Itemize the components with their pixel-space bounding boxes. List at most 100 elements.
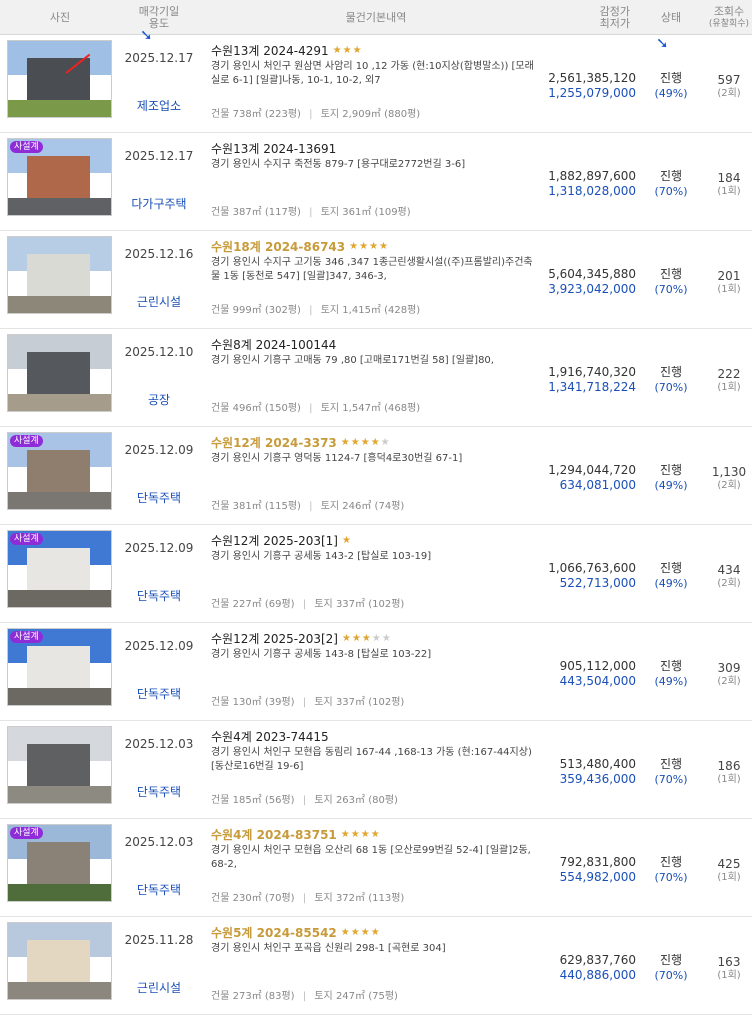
land-area: 263㎡ (80평)	[335, 795, 398, 806]
land-area: 246㎡ (74평)	[342, 501, 405, 512]
area-info: 건물 387㎡ (117평) | 토지 361㎡ (109평)	[211, 203, 541, 218]
case-number: 수원13계 2024-4291	[211, 44, 329, 58]
star-icon: ★	[349, 241, 359, 252]
table-row[interactable]: 2025.12.16 근린시설 수원18계 2024-86743 ★ ★ ★ ★ 경기…	[0, 231, 752, 329]
case-number-link[interactable]: 수원4계 2023-74415	[211, 729, 541, 745]
case-number-link[interactable]: 수원12계 2025-203[2] ★ ★ ★ ★ ★	[211, 631, 541, 647]
star-icon: ★	[369, 241, 379, 252]
case-number-link[interactable]: 수원18계 2024-86743 ★ ★ ★ ★	[211, 239, 541, 255]
property-use[interactable]: 단독주택	[115, 489, 203, 506]
star-icon: ★	[360, 437, 370, 448]
area-separator: |	[302, 697, 307, 708]
minimum-price: 3,923,042,000	[548, 282, 636, 296]
case-number-link[interactable]: 수원12계 2024-3373 ★ ★ ★ ★ ★	[211, 435, 541, 451]
price-info: 513,480,400 359,436,000	[540, 757, 636, 787]
table-row[interactable]: 사설계 2025.12.09 단독주택 수원12계 2025-203[1] ★ …	[0, 525, 752, 623]
case-number-link[interactable]: 수원13계 2024-13691	[211, 141, 541, 157]
property-info: 수원12계 2025-203[1] ★ 경기 용인시 기흥구 공세동 143-2…	[211, 533, 541, 564]
property-use[interactable]: 다가구주택	[115, 195, 203, 212]
status-text: 진행	[659, 757, 683, 771]
table-row[interactable]: 사설계 2025.12.09 단독주택 수원12계 2024-3373 ★ ★ ★ ★…	[0, 427, 752, 525]
property-photo[interactable]: 사설계	[7, 628, 112, 706]
case-number-link[interactable]: 수원8계 2024-100144	[211, 337, 541, 353]
property-address: 경기 용인시 처인구 모현읍 오산리 68 1동 [오산로99번길 52-4] …	[211, 845, 531, 870]
star-icon: ★	[370, 437, 380, 448]
area-separator: |	[309, 403, 313, 414]
status-info: 진행 (70%)	[641, 953, 701, 983]
property-photo[interactable]	[7, 726, 112, 804]
building-label: 건물	[211, 305, 230, 316]
land-label: 토지	[314, 893, 333, 904]
property-use[interactable]: 제조업소	[115, 97, 203, 114]
building-area: 227㎡ (69평)	[232, 599, 295, 610]
property-address: 경기 용인시 처인구 원삼면 사암리 10 ,12 가동 (현:10지상(합병말…	[211, 61, 534, 86]
building-label: 건물	[211, 697, 230, 708]
case-number-link[interactable]: 수원12계 2025-203[1] ★	[211, 533, 541, 549]
rating-stars: ★ ★ ★ ★ ★	[342, 634, 391, 644]
auction-date: 2025.12.09	[124, 443, 194, 457]
land-area: 361㎡ (109평)	[342, 207, 411, 218]
appraisal-price: 905,112,000	[559, 659, 636, 673]
property-address: 경기 용인시 수지구 고기동 346 ,347 1종근린생활시설((주)프롬발리…	[211, 257, 533, 282]
case-number-link[interactable]: 수원4계 2024-83751 ★ ★ ★ ★	[211, 827, 541, 843]
views-info: 309 (2회)	[705, 661, 752, 689]
case-number-link[interactable]: 수원13계 2024-4291 ★ ★ ★	[211, 43, 541, 59]
appraisal-price: 2,561,385,120	[548, 71, 636, 85]
minimum-ratio: (49%)	[654, 87, 688, 100]
building-area: 381㎡ (115평)	[232, 501, 301, 512]
area-separator: |	[309, 109, 313, 120]
property-address: 경기 용인시 기흥구 공세동 143-2 [탑실로 103-19]	[211, 551, 432, 562]
star-empty-icon: ★	[371, 633, 381, 644]
property-photo[interactable]	[7, 40, 112, 118]
area-separator: |	[309, 305, 313, 316]
header-status-label: 상태	[660, 10, 682, 24]
table-header: 사진 매각기일 용도 물건기본내역 감정가 최저가 상태 조회수 (유찰회수)	[0, 0, 752, 35]
case-number-link[interactable]: 수원5계 2024-85542 ★ ★ ★ ★	[211, 925, 541, 941]
status-text: 진행	[659, 953, 683, 967]
star-icon: ★	[360, 829, 370, 840]
header-photo-label: 사진	[49, 10, 71, 24]
status-text: 진행	[659, 267, 683, 281]
price-info: 1,916,740,320 1,341,718,224	[540, 365, 636, 395]
property-use[interactable]: 단독주택	[115, 587, 203, 604]
table-row[interactable]: 사설계 2025.12.03 단독주택 수원4계 2024-83751 ★ ★ ★ ★…	[0, 819, 752, 917]
star-icon: ★	[370, 829, 380, 840]
header-info: 물건기본내역	[211, 0, 541, 35]
land-area: 2,909㎡ (880평)	[342, 109, 421, 120]
views-info: 222 (1회)	[705, 367, 752, 395]
property-photo[interactable]: 사설계	[7, 138, 112, 216]
table-row[interactable]: 2025.12.03 단독주택 수원4계 2023-74415 경기 용인시 처…	[0, 721, 752, 819]
private-listing-badge: 사설계	[10, 141, 43, 153]
table-row[interactable]: 2025.11.28 근린시설 수원5계 2024-85542 ★ ★ ★ ★ 경기 …	[0, 917, 752, 1015]
star-empty-icon: ★	[381, 633, 391, 644]
views-info: 201 (1회)	[705, 269, 752, 297]
area-info: 건물 496㎡ (150평) | 토지 1,547㎡ (468평)	[211, 399, 541, 414]
auction-date: 2025.12.03	[124, 835, 194, 849]
property-use[interactable]: 단독주택	[115, 881, 203, 898]
table-row[interactable]: 2025.12.17 제조업소 수원13계 2024-4291 ★ ★ ★ 경기 용…	[0, 35, 752, 133]
building-area: 130㎡ (39평)	[232, 697, 295, 708]
table-row[interactable]: 사설계 2025.12.17 다가구주택 수원13계 2024-13691 경기…	[0, 133, 752, 231]
price-info: 5,604,345,880 3,923,042,000	[540, 267, 636, 297]
property-photo[interactable]: 사설계	[7, 432, 112, 510]
property-photo[interactable]	[7, 334, 112, 412]
property-photo[interactable]	[7, 236, 112, 314]
property-use[interactable]: 근린시설	[115, 293, 203, 310]
property-use[interactable]: 단독주택	[115, 685, 203, 702]
property-photo[interactable]	[7, 922, 112, 1000]
property-use[interactable]: 단독주택	[115, 783, 203, 800]
auction-date: 2025.12.09	[124, 639, 194, 653]
property-photo[interactable]: 사설계	[7, 824, 112, 902]
minimum-price: 1,318,028,000	[548, 184, 636, 198]
star-icon: ★	[352, 45, 362, 56]
property-use[interactable]: 공장	[115, 391, 203, 408]
header-price: 감정가 최저가	[540, 0, 636, 35]
property-photo[interactable]: 사설계	[7, 530, 112, 608]
header-photo: 사진	[0, 0, 120, 35]
property-use[interactable]: 근린시설	[115, 979, 203, 996]
table-row[interactable]: 2025.12.10 공장 수원8계 2024-100144 경기 용인시 기흥…	[0, 329, 752, 427]
table-row[interactable]: 사설계 2025.12.09 단독주택 수원12계 2025-203[2] ★ ★…	[0, 623, 752, 721]
fail-count: (2회)	[717, 480, 741, 491]
minimum-ratio: (49%)	[654, 675, 688, 688]
status-info: 진행 (49%)	[641, 71, 701, 101]
